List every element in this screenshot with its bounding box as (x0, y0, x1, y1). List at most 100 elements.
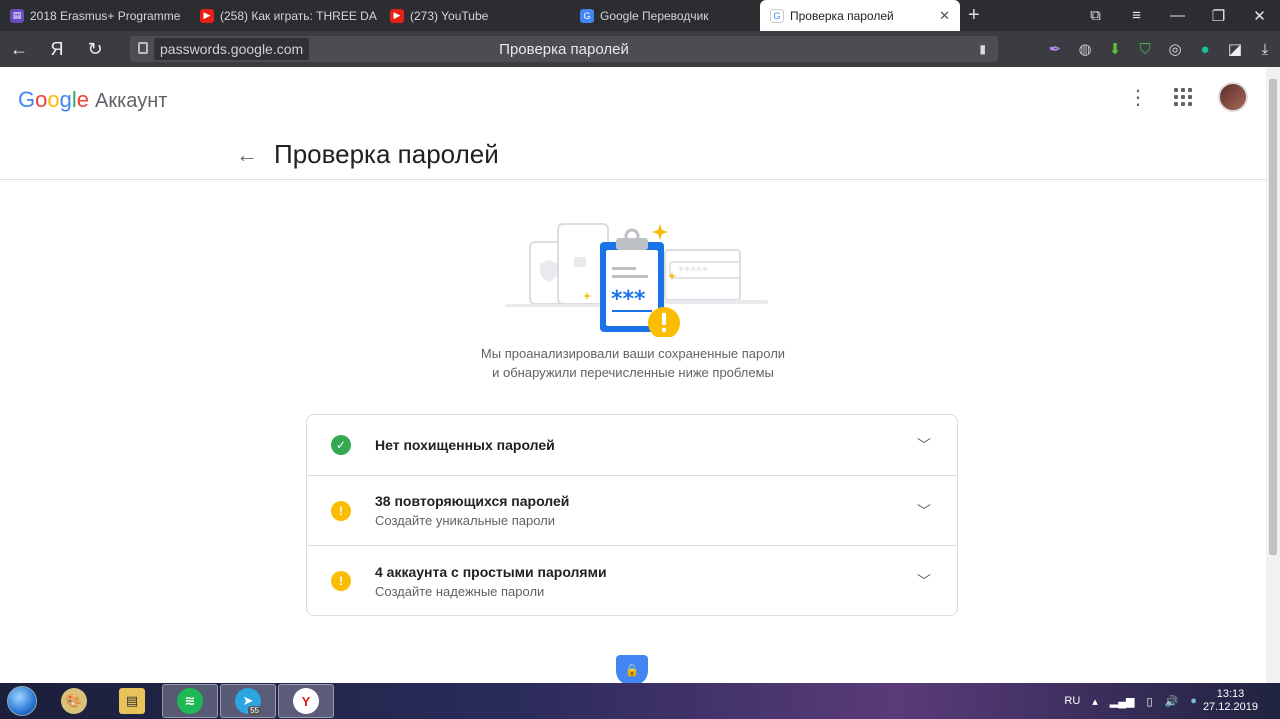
windows-taskbar: 🎨 ▤ ≋ ➤ 55 Y RU ▴ ▂▄▆ ▯ 🔊 ● 13:13 27.12.… (0, 683, 1280, 719)
yandex-icon[interactable]: Я (38, 39, 76, 60)
globe-extension-icon[interactable]: ◎ (1160, 40, 1190, 58)
start-button[interactable] (0, 683, 44, 719)
result-text: 38 повторяющихся паролей Создайте уникал… (375, 493, 569, 528)
google-icon: G (770, 8, 784, 23)
shield-extension-icon[interactable]: ⛉ (1130, 41, 1160, 58)
bookmarks-panel-icon[interactable]: ⧉ (1075, 7, 1116, 24)
grammarly-icon[interactable]: ● (1190, 41, 1220, 58)
menu-icon[interactable]: ≡ (1116, 7, 1157, 24)
illustration-dots: ***** (678, 264, 708, 278)
browser-tab-bar: ▤ 2018 Erasmus+ Programme ▶ (258) Как иг… (0, 0, 1280, 31)
new-tab-icon[interactable]: + (968, 4, 980, 27)
close-window-icon[interactable]: ✕ (1239, 7, 1280, 25)
extensions-area: ✒ ◍ ⬇ ⛉ ◎ ● ◪ ⤓ (1040, 31, 1280, 67)
youtube-icon: ▶ (390, 8, 404, 23)
clock-date: 27.12.2019 (1202, 701, 1258, 713)
browser-tab-youtube-1[interactable]: ▶ (258) Как играть: THREE DA (190, 0, 380, 31)
yandex-browser-icon: Y (293, 688, 319, 714)
bookmark-icon[interactable]: ▮ (979, 42, 986, 56)
youtube-icon: ▶ (200, 8, 214, 23)
feather-extension-icon[interactable]: ✒ (1040, 40, 1070, 58)
taskbar-yandex-browser[interactable]: Y (278, 684, 334, 718)
document-icon: ▤ (10, 8, 24, 23)
browser-tab-erasmus[interactable]: ▤ 2018 Erasmus+ Programme (0, 0, 190, 31)
padlock-outline-icon (574, 257, 586, 267)
taskbar-spotify[interactable]: ≋ (162, 684, 218, 718)
result-row-compromised[interactable]: ✓ Нет похищенных паролей ﹀ (307, 415, 957, 476)
system-tray: RU ▴ ▂▄▆ ▯ 🔊 ● 13:13 27.12.2019 (1058, 683, 1280, 719)
volume-icon[interactable]: 🔊 (1165, 695, 1179, 708)
check-circle-icon: ✓ (331, 435, 351, 455)
paper-line (612, 275, 648, 278)
result-subtitle: Создайте надежные пароли (375, 583, 545, 599)
brand-letter: e (76, 87, 90, 112)
power-icon[interactable]: ▯ (1147, 695, 1153, 708)
result-title: 4 аккаунта с простыми паролями (375, 563, 607, 580)
browser-tab-password-check[interactable]: G Проверка паролей ✕ (760, 0, 960, 31)
translate-icon: G (580, 8, 594, 23)
vertical-scrollbar[interactable] (1266, 67, 1280, 683)
taskbar-paint[interactable]: 🎨 (46, 684, 102, 718)
sparkle-icon (652, 224, 668, 240)
result-row-weak[interactable]: ! 4 аккаунта с простыми паролями Создайт… (307, 546, 957, 615)
scrollbar-thumb[interactable] (1269, 79, 1277, 555)
apps-grid-icon[interactable] (1174, 88, 1192, 106)
tab-title: Google Переводчик (600, 8, 709, 23)
brand-letter: o (35, 87, 48, 112)
illustration-stars: *** (611, 287, 646, 312)
warning-circle-icon: ! (331, 571, 351, 591)
url-field[interactable]: passwords.google.com Проверка паролей ▮ (130, 36, 998, 62)
clock[interactable]: 13:13 27.12.2019 (1203, 688, 1258, 714)
back-arrow-icon[interactable]: ← (236, 142, 258, 168)
result-title: 38 повторяющихся паролей (375, 493, 570, 509)
downloads-icon[interactable]: ⤓ (1250, 41, 1280, 58)
folder-icon: ▤ (119, 688, 145, 714)
paper-underline (612, 310, 652, 312)
chevron-down-icon[interactable]: ﹀ (917, 571, 931, 591)
window-controls: ⧉ ≡ — ❐ ✕ (1075, 0, 1280, 31)
warning-dot (662, 328, 666, 332)
address-page-title: Проверка паролей (499, 40, 629, 58)
google-account-logo[interactable]: Google Аккаунт (18, 87, 167, 113)
header-actions: ⋮ (1128, 82, 1248, 112)
tab-title: (258) Как играть: THREE DA (220, 8, 377, 23)
spotify-icon: ≋ (177, 688, 203, 714)
result-row-reused[interactable]: ! 38 повторяющихся паролей Создайте уник… (307, 476, 957, 546)
tab-title: Проверка паролей (790, 8, 894, 23)
language-indicator[interactable]: RU (1064, 695, 1080, 707)
security-shield-lock-icon: 🔒 (616, 655, 648, 683)
result-title: Нет похищенных паролей (375, 437, 555, 453)
restore-icon[interactable]: ❐ (1198, 7, 1239, 25)
brand-suffix: Аккаунт (95, 90, 168, 112)
telegram-badge: 55 (248, 706, 261, 715)
tab-title: 2018 Erasmus+ Programme (30, 8, 181, 23)
page-heading: ← Проверка паролей (236, 139, 499, 170)
back-icon[interactable]: ← (0, 39, 38, 60)
chevron-down-icon[interactable]: ﹀ (917, 501, 931, 521)
minimize-icon[interactable]: — (1157, 7, 1198, 24)
warning-mark (662, 313, 666, 325)
browser-tab-translate[interactable]: G Google Переводчик (570, 0, 760, 31)
laptop-base (650, 300, 768, 304)
more-options-icon[interactable]: ⋮ (1128, 85, 1148, 110)
avatar[interactable] (1218, 82, 1248, 112)
translate-extension-icon[interactable]: ◪ (1220, 40, 1250, 58)
tab-title: (273) YouTube (410, 8, 489, 23)
address-bar: ← Я ↻ passwords.google.com Проверка паро… (0, 31, 1280, 67)
close-tab-icon[interactable]: ✕ (939, 8, 950, 24)
tray-expand-icon[interactable]: ▴ (1092, 695, 1098, 708)
reload-icon[interactable]: ↻ (76, 39, 114, 60)
lightbulb-extension-icon[interactable]: ◍ (1070, 40, 1100, 58)
network-icon[interactable]: ▂▄▆ (1110, 695, 1135, 708)
taskbar-telegram[interactable]: ➤ 55 (220, 684, 276, 718)
brand-letter: o (47, 87, 60, 112)
brand-letter: G (18, 87, 36, 112)
description-line: и обнаружили перечисленные ниже проблемы (492, 365, 774, 380)
windows-logo-icon (7, 686, 37, 716)
update-icon[interactable]: ● (1190, 695, 1197, 707)
divider (0, 179, 1266, 180)
taskbar-explorer[interactable]: ▤ (104, 684, 160, 718)
download-arrow-extension-icon[interactable]: ⬇ (1100, 40, 1130, 58)
chevron-down-icon[interactable]: ﹀ (917, 435, 931, 455)
browser-tab-youtube-2[interactable]: ▶ (273) YouTube (380, 0, 570, 31)
